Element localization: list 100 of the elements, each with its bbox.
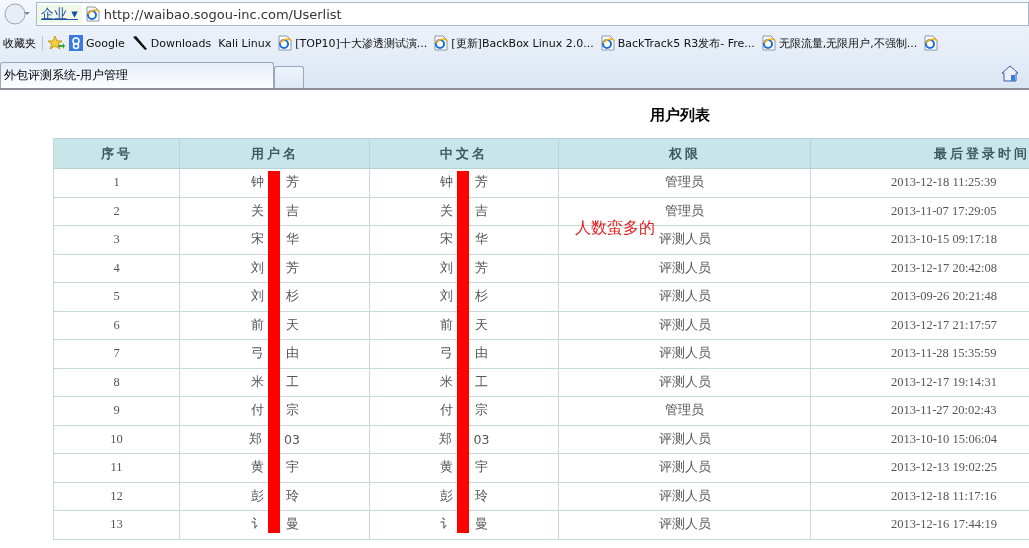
table-cell: 2013-11-07 17:29:05 [811,197,1029,226]
name-fragment: 前 [250,316,264,334]
name-fragment: 曼 [285,516,299,534]
name-fragment: 芳 [475,174,488,192]
name-fragment: 彭 [440,487,453,505]
name-fragment: 玲 [285,487,299,505]
favorite-link[interactable]: Google [69,35,125,51]
name-fragment: 刘 [440,259,453,277]
home-icon[interactable] [1001,64,1019,82]
column-header: 序号 [54,138,180,169]
zone-menu[interactable]: 企业 ▾ [37,5,82,23]
name-fragment: 宗 [285,402,299,420]
name-fragment: 工 [475,373,488,391]
column-header: 权限 [559,138,811,169]
table-cell: 2013-12-17 21:17:57 [811,311,1029,340]
browser-tab[interactable]: 外包评测系统-用户管理 [0,62,274,88]
web-page-icon [85,6,100,22]
favorite-link[interactable] [924,35,939,51]
column-header: 中文名 [370,138,559,169]
web-page-icon [924,35,939,51]
name-fragment: 米 [440,373,453,391]
name-fragment: 天 [475,316,488,334]
name-fragment: 玲 [475,487,488,505]
name-fragment: 付 [250,402,264,420]
table-cell: 管理员 [559,397,811,426]
name-fragment: 吉 [285,202,299,220]
name-fragment: 宇 [285,459,299,477]
name-fragment: 弓 [250,345,264,363]
table-cell: 2013-12-18 11:17:16 [811,482,1029,511]
name-fragment: 由 [285,345,299,363]
name-fragment: 郑 [438,430,452,448]
name-fragment: 刘 [250,288,264,306]
table-cell: 评测人员 [559,425,811,454]
name-fragment: 03 [284,431,300,447]
web-page-icon [600,35,615,51]
address-bar[interactable]: 企业 ▾ http://waibao.sogou-inc.com/Userlist [36,2,1029,26]
table-cell: 评测人员 [559,311,811,340]
web-page-icon [434,35,449,51]
table-cell: 12 [54,482,180,511]
favorite-link[interactable]: BackTrack5 R3发布- Fre... [600,35,755,51]
name-fragment: 讠 [440,516,453,534]
table-cell: 1 [54,169,180,198]
table-cell: 9 [54,397,180,426]
table-cell: 2013-09-26 20:21:48 [811,283,1029,312]
favorite-link[interactable]: [更新]BackBox Linux 2.0... [434,35,594,51]
name-fragment: 宋 [440,231,453,249]
name-fragment: 黄 [250,459,264,477]
table-cell: 评测人员 [559,254,811,283]
table-cell: 2013-12-17 19:14:31 [811,368,1029,397]
name-fragment: 关 [440,202,453,220]
name-fragment: 弓 [440,345,453,363]
table-cell: 5 [54,283,180,312]
page-title: 用户列表 [649,106,711,126]
table-cell: 评测人员 [559,340,811,369]
favorite-link[interactable]: Downloads [131,35,212,51]
table-cell: 管理员 [559,169,811,198]
favorites-label[interactable]: 收藏夹 [3,35,43,51]
name-fragment: 曼 [475,516,488,534]
favorite-link[interactable]: 无限流量,无限用户,不强制... [761,35,918,51]
table-cell: 4 [54,254,180,283]
table-cell: 评测人员 [559,511,811,540]
table-cell: 2013-11-28 15:35:59 [811,340,1029,369]
name-fragment: 付 [440,402,453,420]
name-fragment: 芳 [285,174,299,192]
table-cell: 2013-12-18 11:25:39 [811,169,1029,198]
web-page-icon [278,35,293,51]
table-cell: 8 [54,368,180,397]
web-page-icon [761,35,776,51]
name-fragment: 芳 [475,259,488,277]
table-cell: 3 [54,226,180,255]
favorite-link[interactable]: Kali Linux [218,36,272,50]
name-fragment: 杉 [285,288,299,306]
name-fragment: 郑 [249,430,263,448]
name-fragment: 钟 [440,174,453,192]
favorite-link[interactable]: [TOP10]十大渗透测试演... [278,35,428,51]
column-header: 最后登录时间 [811,138,1029,169]
table-cell: 2 [54,197,180,226]
name-fragment: 关 [250,202,264,220]
table-cell: 评测人员 [559,368,811,397]
name-fragment: 宗 [475,402,488,420]
name-fragment: 刘 [250,259,264,277]
name-fragment: 华 [285,231,299,249]
table-cell: 2013-10-10 15:06:04 [811,425,1029,454]
google-icon [69,35,83,51]
browser-tab[interactable] [274,66,304,88]
back-button[interactable] [4,2,30,26]
table-cell: 10 [54,425,180,454]
star-icon[interactable] [47,34,65,52]
table-cell: 评测人员 [559,482,811,511]
name-fragment: 工 [285,373,299,391]
name-fragment: 刘 [440,288,453,306]
name-fragment: 吉 [475,202,488,220]
name-fragment: 钟 [250,174,264,192]
table-cell: 13 [54,511,180,540]
url-text: http://waibao.sogou-inc.com/Userlist [103,6,342,22]
name-fragment: 华 [475,231,488,249]
column-header: 用户名 [180,138,370,169]
name-fragment: 由 [475,345,488,363]
name-fragment: 讠 [250,516,264,534]
table-cell: 评测人员 [559,454,811,483]
